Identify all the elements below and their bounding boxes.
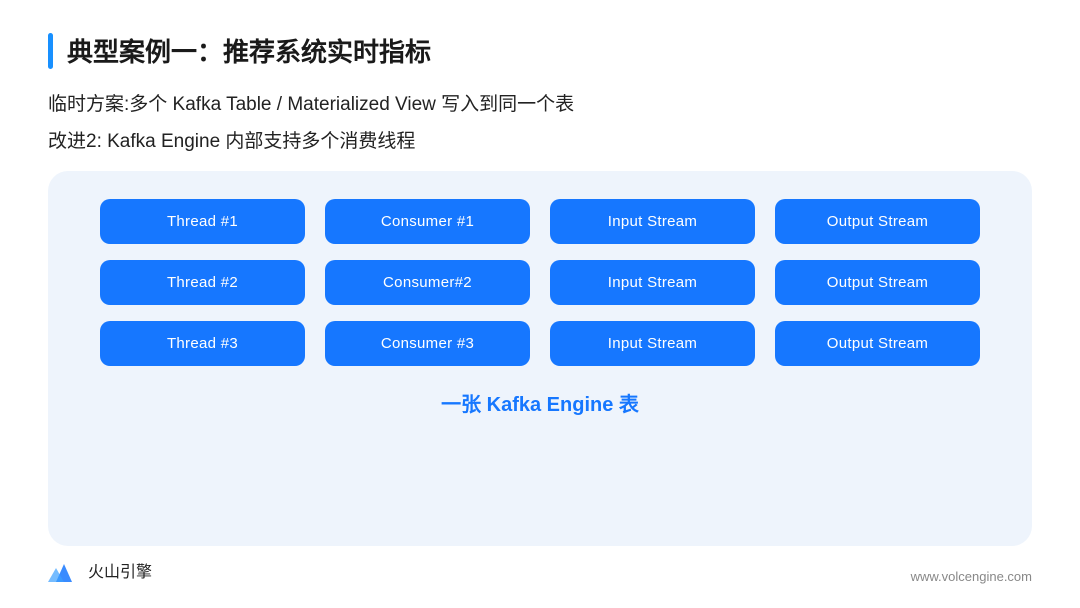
diagram-box-r0-c2: Input Stream xyxy=(550,199,755,244)
diagram-footer: 一张 Kafka Engine 表 xyxy=(441,388,639,417)
logo-text: 火山引擎 xyxy=(88,558,152,582)
website-text: www.volcengine.com xyxy=(911,569,1032,584)
diagram-box-r1-c0: Thread #2 xyxy=(100,260,305,305)
subtitle1: 临时方案:多个 Kafka Table / Materialized View … xyxy=(48,89,1032,116)
subtitle2: 改进2: Kafka Engine 内部支持多个消费线程 xyxy=(48,126,1032,153)
diagram-box-r0-c0: Thread #1 xyxy=(100,199,305,244)
diagram-box-r2-c0: Thread #3 xyxy=(100,321,305,366)
diagram-box-r2-c2: Input Stream xyxy=(550,321,755,366)
diagram-box-r0-c3: Output Stream xyxy=(775,199,980,244)
bottom-bar: 火山引擎 www.volcengine.com xyxy=(48,546,1032,584)
diagram-box-r0-c1: Consumer #1 xyxy=(325,199,530,244)
page: 典型案例一：推荐系统实时指标 临时方案:多个 Kafka Table / Mat… xyxy=(0,0,1080,608)
diagram-container: Thread #1 Consumer #1 Input Stream Output S… xyxy=(48,171,1032,546)
diagram-box-r1-c2: Input Stream xyxy=(550,260,755,305)
diagram-box-r2-c1: Consumer #3 xyxy=(325,321,530,366)
page-title: 典型案例一：推荐系统实时指标 xyxy=(67,32,431,69)
title-section: 典型案例一：推荐系统实时指标 xyxy=(48,32,1032,69)
title-bar xyxy=(48,33,53,69)
logo-icon xyxy=(48,556,80,584)
diagram-box-r1-c3: Output Stream xyxy=(775,260,980,305)
diagram-grid: Thread #1 Consumer #1 Input Stream Output S… xyxy=(100,199,980,366)
logo-section: 火山引擎 xyxy=(48,556,152,584)
diagram-box-r2-c3: Output Stream xyxy=(775,321,980,366)
diagram-box-r1-c1: Consumer#2 xyxy=(325,260,530,305)
